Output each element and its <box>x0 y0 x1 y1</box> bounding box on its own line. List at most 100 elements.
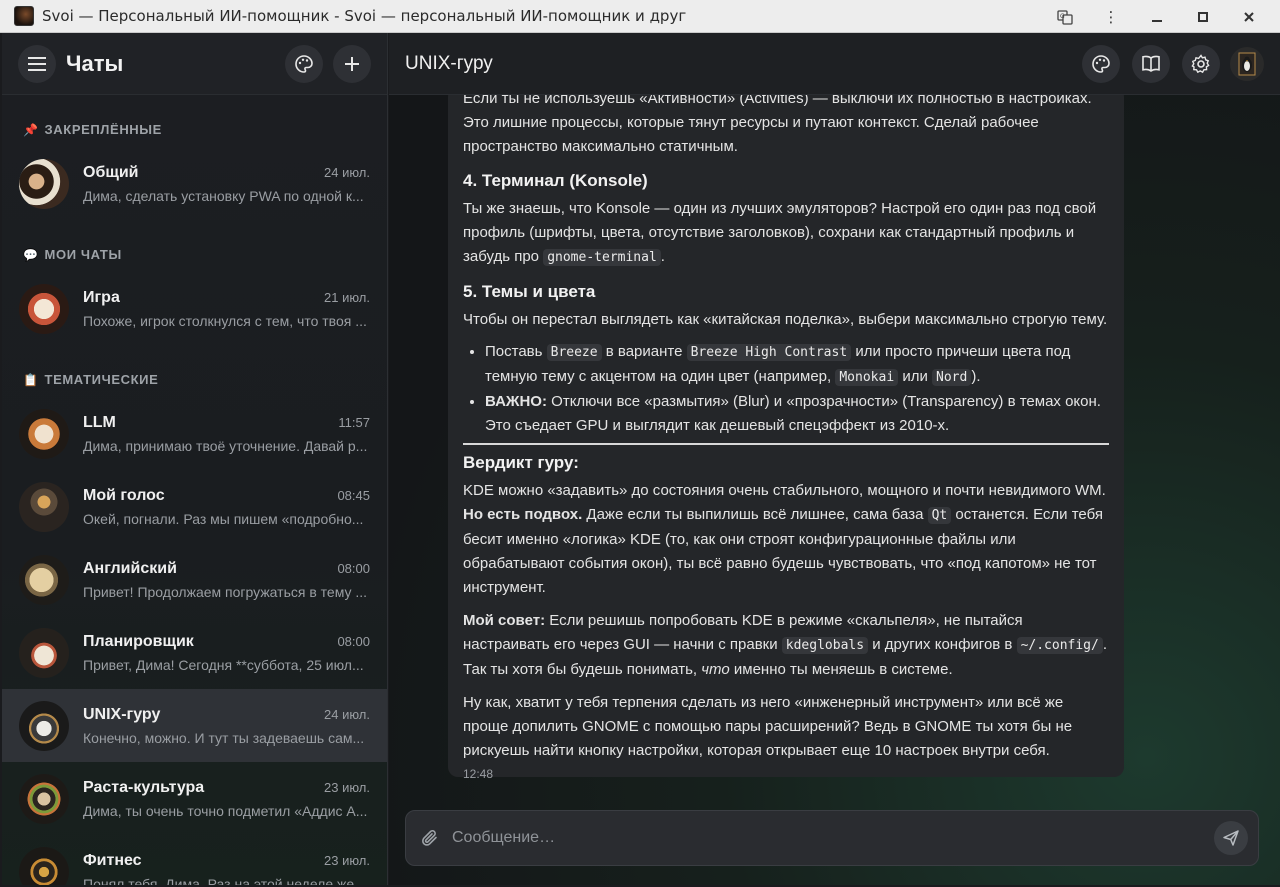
chat-item-llm[interactable]: LLM 11:57 Дима, принимаю твоё уточнение. … <box>2 397 387 470</box>
minimize-button[interactable] <box>1134 0 1180 33</box>
svg-text:G: G <box>1060 13 1065 20</box>
chat-item-fitness[interactable]: Фитнес 23 июл. Понял тебя, Дима. Раз на э… <box>2 835 387 885</box>
chat-item-general[interactable]: Общий 24 июл. Дима, сделать установку PWA… <box>2 147 387 220</box>
palette-button[interactable] <box>285 44 323 83</box>
chat-time: 23 июл. <box>324 852 370 868</box>
list-item: Поставь Breeze в варианте Breeze High Co… <box>485 340 1109 390</box>
chat-preview: Понял тебя, Дима. Раз на этой неделе же.… <box>83 875 366 886</box>
message-paragraph: Ну как, хватит у тебя терпения сделать и… <box>463 694 1073 759</box>
window-title: Svoi — Персональный ИИ-помощник - Svoi —… <box>42 7 687 25</box>
chat-preview: Привет! Продолжаем погружаться в тему ..… <box>83 583 368 600</box>
maximize-button[interactable] <box>1180 0 1226 33</box>
chat-name: Планировщик <box>83 632 194 650</box>
section-label: ТЕМАТИЧЕСКИЕ <box>44 372 159 387</box>
chat-time: 24 июл. <box>324 706 370 722</box>
chat-name: Раста-культура <box>83 778 205 796</box>
chat-item-rasta-culture[interactable]: Раста-культура 23 июл. Дима, ты очень точ… <box>2 762 387 835</box>
section-label: МОИ ЧАТЫ <box>44 247 122 262</box>
window-controls: G ⋮ <box>1042 0 1272 33</box>
section-label: ЗАКРЕПЛЁННЫЕ <box>44 122 162 137</box>
chat-preview: Дима, принимаю твоё уточнение. Давай р..… <box>83 437 368 454</box>
divider <box>463 443 1109 445</box>
message-list[interactable]: Если ты не используешь «Активности» (Act… <box>389 95 1280 801</box>
message-paragraph: Но есть подвох. Даже если ты выпилишь вс… <box>463 506 1103 596</box>
chat-panel: UNIX-гуру Если ты не используешь «Активн… <box>389 33 1280 885</box>
chat-item-game[interactable]: Игра 21 июл. Похоже, игрок столкнулся с т… <box>2 272 387 345</box>
clipboard-icon: 📋 <box>23 373 39 387</box>
inline-code: Breeze High Contrast <box>686 344 852 361</box>
avatar <box>19 700 69 751</box>
chat-time: 08:00 <box>337 633 370 649</box>
chat-item-unix-guru[interactable]: UNIX-гуру 24 июл. Конечно, можно. И тут т… <box>2 689 387 762</box>
message-paragraph: KDE можно «задавить» до состояния очень … <box>463 482 1106 499</box>
message-heading: 5. Темы и цвета <box>463 282 596 301</box>
message-paragraph: Если ты не используешь «Активности» (Act… <box>463 95 1092 155</box>
avatar <box>19 481 69 532</box>
chat-time: 11:57 <box>338 414 370 430</box>
chat-name: Общий <box>83 163 139 181</box>
chat-header: UNIX-гуру <box>389 33 1280 95</box>
chat-name: Мой голос <box>83 486 165 504</box>
chat-item-english[interactable]: Английский 08:00 Привет! Продолжаем погру… <box>2 543 387 616</box>
avatar <box>19 773 69 824</box>
avatar <box>19 627 69 678</box>
pin-icon: 📌 <box>23 123 39 137</box>
send-button[interactable] <box>1214 821 1248 855</box>
inline-code: Qt <box>927 507 952 524</box>
chat-preview: Похоже, игрок столкнулся с тем, что твоя… <box>83 312 367 329</box>
message-paragraph: Мой совет: Если решишь попробовать KDE в… <box>463 612 1108 678</box>
chat-name: Фитнес <box>83 851 142 869</box>
message-list-bullets: Поставь Breeze в варианте Breeze High Co… <box>485 340 1109 438</box>
chat-time: 24 июл. <box>324 164 370 180</box>
inline-code: ~/.config/ <box>1016 637 1103 654</box>
paperclip-icon[interactable] <box>408 829 452 847</box>
menu-kebab-icon[interactable]: ⋮ <box>1088 0 1134 33</box>
inline-code: Breeze <box>546 344 602 361</box>
chat-time: 08:45 <box>337 487 370 503</box>
chat-name: Английский <box>83 559 177 577</box>
message-heading: Вердикт гуру: <box>463 453 579 472</box>
settings-button[interactable] <box>1182 44 1220 83</box>
chat-preview: Дима, ты очень точно подметил «Аддис А..… <box>83 802 368 819</box>
avatar <box>19 408 69 459</box>
assistant-message: Если ты не используешь «Активности» (Act… <box>448 95 1124 777</box>
hamburger-menu-button[interactable] <box>18 44 56 83</box>
chat-time: 23 июл. <box>324 779 370 795</box>
chat-name: LLM <box>83 413 116 431</box>
avatar <box>19 283 69 334</box>
new-chat-button[interactable] <box>333 44 371 83</box>
message-paragraph: Ты же знаешь, что Konsole — один из лучш… <box>463 200 1097 266</box>
avatar <box>19 158 69 209</box>
message-timestamp: 12:48 <box>463 767 494 781</box>
section-pinned: 📌 ЗАКРЕПЛЁННЫЕ <box>2 95 387 147</box>
avatar <box>19 846 69 885</box>
penguin-avatar-icon[interactable] <box>1230 46 1264 81</box>
chat-preview: Привет, Дима! Сегодня **суббота, 25 июл.… <box>83 656 364 673</box>
close-button[interactable] <box>1226 0 1272 33</box>
palette-button[interactable] <box>1082 44 1120 83</box>
book-button[interactable] <box>1132 44 1170 83</box>
chat-preview: Окей, погнали. Раз мы пишем «подробно... <box>83 510 364 527</box>
app-icon <box>14 6 34 26</box>
chat-time: 08:00 <box>337 560 370 576</box>
speech-bubble-icon: 💬 <box>23 248 39 262</box>
chat-item-planner[interactable]: Планировщик 08:00 Привет, Дима! Сегодня *… <box>2 616 387 689</box>
section-my-chats: 💬 МОИ ЧАТЫ <box>2 220 387 272</box>
chat-title: UNIX-гуру <box>405 52 493 74</box>
sidebar-header: Чаты <box>2 33 387 95</box>
section-thematic: 📋 ТЕМАТИЧЕСКИЕ <box>2 345 387 397</box>
inline-code: kdeglobals <box>781 637 869 654</box>
sidebar: Чаты 📌 ЗАКРЕПЛЁННЫЕ Общий 24 июл. Дима, с… <box>2 33 388 885</box>
message-paragraph: Чтобы он перестал выглядеть как «китайск… <box>463 311 1108 328</box>
list-item: ВАЖНО: Отключи все «размытия» (Blur) и «… <box>485 390 1109 438</box>
window-titlebar: Svoi — Персональный ИИ-помощник - Svoi —… <box>0 0 1280 33</box>
avatar <box>19 554 69 605</box>
message-input[interactable] <box>452 829 1214 847</box>
chat-name: Игра <box>83 288 120 306</box>
message-heading: 4. Терминал (Konsole) <box>463 171 648 190</box>
message-composer <box>405 810 1259 866</box>
translate-icon[interactable]: G <box>1042 0 1088 33</box>
chat-item-my-voice[interactable]: Мой голос 08:45 Окей, погнали. Раз мы пиш… <box>2 470 387 543</box>
sidebar-title: Чаты <box>66 50 124 76</box>
inline-code: Monokai <box>835 369 899 386</box>
